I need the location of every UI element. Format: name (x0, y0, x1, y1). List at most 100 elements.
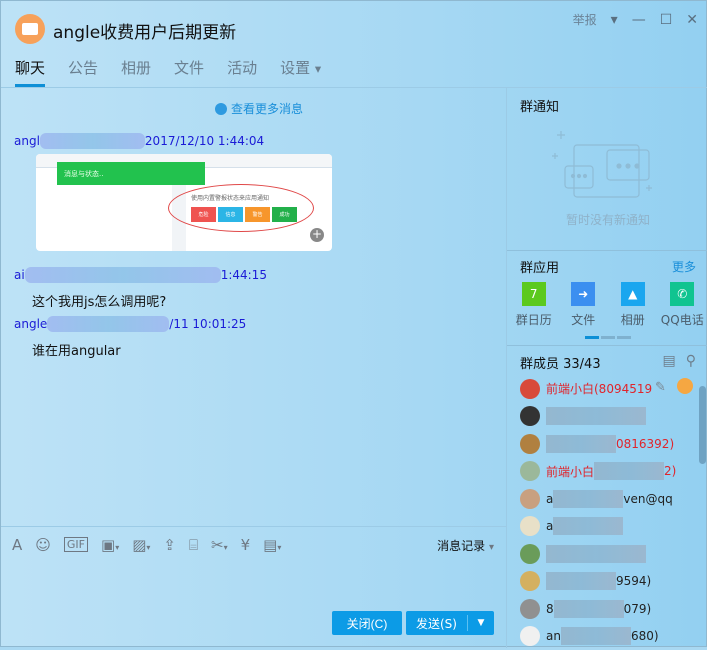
message-text: 谁在用angular (32, 340, 121, 359)
picture-icon: ▲ (621, 282, 645, 306)
tab-files[interactable]: 文件 (174, 57, 204, 87)
view-more-label: 查看更多消息 (231, 100, 303, 117)
group-avatar-briefcase-icon[interactable] (15, 14, 45, 44)
member-name: an 680) (546, 627, 659, 645)
member-name-prefix: 8 (546, 602, 554, 616)
message-input[interactable] (1, 562, 506, 607)
message-header: angl2017/12/10 1:44:04 (14, 133, 264, 149)
chevron-down-icon: ▾ (489, 542, 494, 553)
message-time: 1:44:15 (221, 268, 267, 282)
folder-icon: ➜ (571, 282, 595, 306)
maximize-icon[interactable]: ☐ (660, 12, 673, 28)
search-icon[interactable]: ⚲ (686, 353, 696, 369)
member-item[interactable]: a ven@qq (507, 485, 697, 513)
font-icon[interactable]: A (12, 536, 22, 554)
minimize-icon[interactable]: — (632, 12, 646, 28)
screenshot-scissors-icon[interactable]: ✂▾ (211, 536, 228, 554)
tab-album[interactable]: 相册 (121, 57, 151, 87)
redacted-blur (594, 462, 664, 480)
phone-icon: ✆ (670, 282, 694, 306)
member-settings-icon[interactable]: ▤ (663, 353, 676, 369)
member-item[interactable]: an 680) (507, 623, 697, 650)
user-profile-icon[interactable] (677, 378, 693, 394)
menu-dropdown-icon[interactable]: ▾ (611, 12, 618, 28)
member-item[interactable]: a (507, 513, 697, 541)
message-time: /11 10:01:25 (169, 317, 246, 331)
message-image[interactable]: 消息与状态.. 使用内置警报状态来应用通知 危险 信息 警告 成功 + (36, 154, 332, 251)
member-item[interactable]: 0816392) (507, 430, 697, 458)
member-name-suffix: 680) (631, 629, 659, 643)
close-icon[interactable]: ✕ (686, 12, 698, 28)
empty-notice-illustration-icon (549, 128, 659, 198)
redacted-blur (546, 545, 646, 563)
member-name-suffix: 079) (624, 602, 652, 616)
tab-activity[interactable]: 活动 (227, 57, 257, 87)
gift-icon[interactable]: ⌸ (189, 536, 198, 554)
close-button[interactable]: 关闭(C) (332, 611, 402, 635)
redacted-blur (25, 267, 221, 283)
tab-settings[interactable]: 设置 ▾ (280, 57, 321, 87)
tab-chat[interactable]: 聊天 (15, 57, 45, 87)
send-label[interactable]: 发送(S) (406, 615, 468, 631)
member-avatar (520, 626, 540, 646)
member-item[interactable]: 前端小白(8094519 (507, 375, 697, 403)
app-album[interactable]: ▲相册 (609, 282, 657, 328)
divider (507, 250, 707, 251)
app-files[interactable]: ➜文件 (559, 282, 607, 328)
image-icon[interactable]: ▨▾ (132, 536, 150, 554)
app-list: 7群日历 ➜文件 ▲相册 ✆QQ电话 (507, 282, 707, 328)
redacted-blur (553, 490, 623, 508)
report-button[interactable]: 举报 (573, 11, 597, 28)
member-item[interactable]: 8 079) (507, 595, 697, 623)
emoji-icon[interactable]: ☺ (35, 536, 51, 554)
member-name: 9594) (546, 572, 651, 590)
edit-icon[interactable]: ✎ (655, 380, 666, 395)
member-list-scrollbar[interactable] (699, 386, 706, 464)
zoom-in-icon[interactable]: + (310, 228, 324, 242)
divider (507, 345, 707, 346)
member-item[interactable] (507, 540, 697, 568)
red-packet-icon[interactable]: ¥ (241, 536, 251, 554)
sender-name[interactable]: angl (14, 134, 40, 148)
title-bar: angle收费用户后期更新 举报 ▾ — ☐ ✕ 聊天 公告 相册 文件 活动 … (1, 1, 707, 89)
red-annotation-ellipse (168, 184, 314, 232)
sender-name[interactable]: ai (14, 268, 25, 282)
member-name (546, 407, 646, 425)
feedback-icon[interactable]: ▤▾ (263, 536, 281, 554)
member-name (546, 545, 646, 563)
member-name-suffix: 2) (664, 464, 676, 478)
upload-icon[interactable]: ⇪ (163, 536, 176, 554)
qq-group-chat-window: angle收费用户后期更新 举报 ▾ — ☐ ✕ 聊天 公告 相册 文件 活动 … (0, 0, 707, 647)
member-avatar (520, 489, 540, 509)
apps-pager[interactable] (585, 336, 631, 339)
member-avatar (520, 434, 540, 454)
sender-name[interactable]: angle (14, 317, 47, 331)
redacted-blur (40, 133, 145, 149)
more-apps-link[interactable]: 更多 (672, 258, 696, 275)
redacted-blur (554, 600, 624, 618)
member-item[interactable]: 前端小白 2) (507, 458, 697, 486)
redacted-blur (546, 407, 646, 425)
member-item[interactable] (507, 403, 697, 431)
send-options-chevron-icon[interactable]: ▼ (468, 611, 494, 635)
clock-icon (215, 103, 227, 115)
app-calendar[interactable]: 7群日历 (510, 282, 558, 328)
gif-icon[interactable]: GIF (64, 537, 88, 552)
tab-announcement[interactable]: 公告 (68, 57, 98, 87)
send-button[interactable]: 发送(S) ▼ (406, 611, 494, 635)
app-qq-call[interactable]: ✆QQ电话 (658, 282, 706, 328)
tab-settings-label: 设置 (280, 59, 310, 77)
chevron-down-icon: ▾ (315, 61, 321, 76)
message-text: 这个我用js怎么调用呢? (32, 291, 166, 310)
notice-title: 群通知 (520, 96, 559, 115)
view-more-messages-link[interactable]: 查看更多消息 (215, 100, 303, 117)
message-history-button[interactable]: 消息记录 ▾ (437, 537, 494, 554)
member-name: 前端小白 2) (546, 462, 676, 480)
member-name-suffix: 9594) (616, 574, 651, 588)
tab-bar: 聊天 公告 相册 文件 活动 设置 ▾ (15, 57, 321, 87)
empty-notice-text: 暂时没有新通知 (507, 211, 707, 228)
magic-expression-icon[interactable]: ▣▾ (101, 536, 119, 554)
member-avatar (520, 461, 540, 481)
member-name-prefix: a (546, 519, 553, 533)
member-item[interactable]: 9594) (507, 568, 697, 596)
